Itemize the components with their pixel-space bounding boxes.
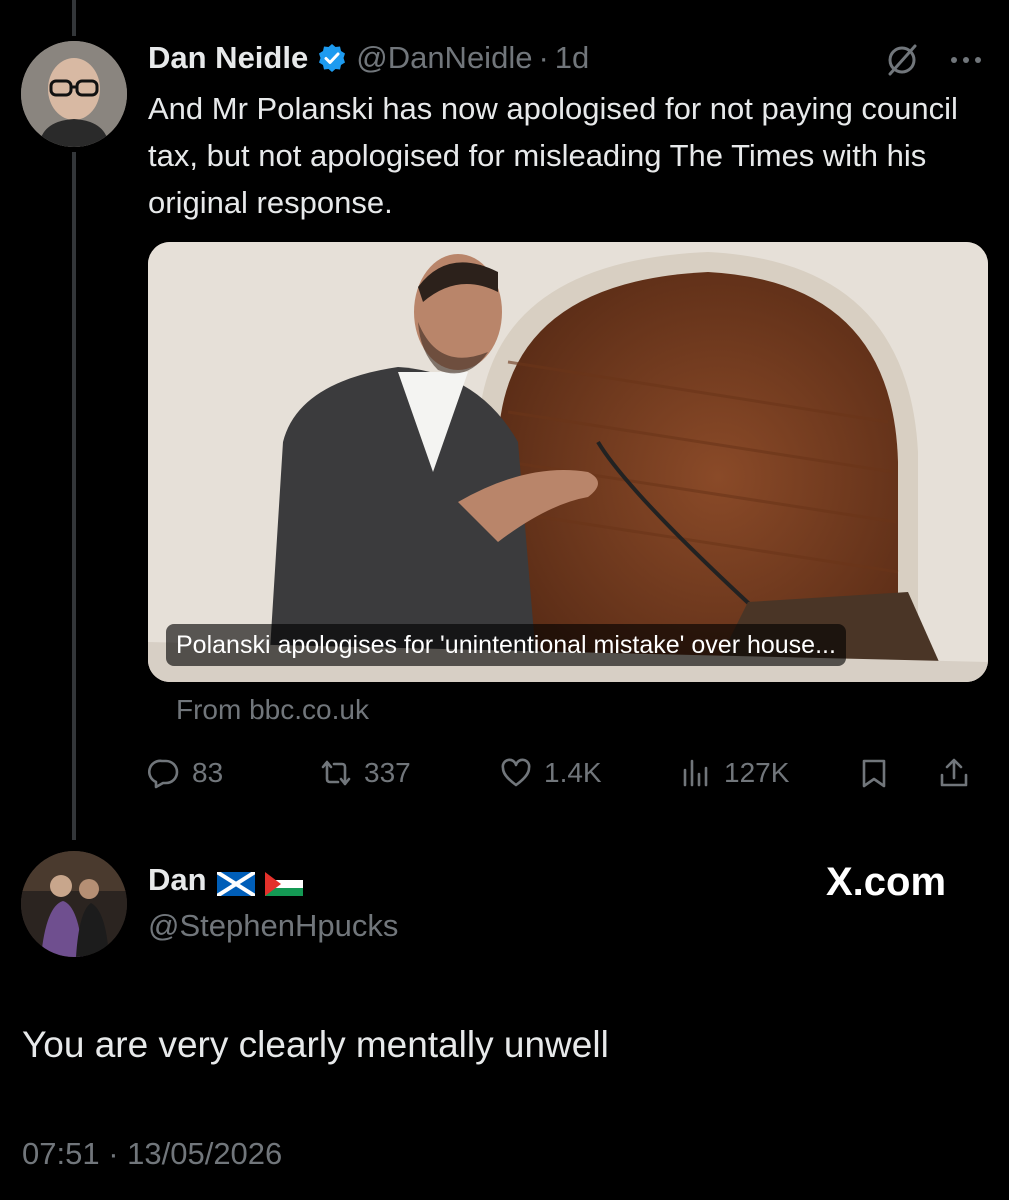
tweet-text: And Mr Polanski has now apologised for n… (148, 91, 958, 220)
share-icon (940, 758, 968, 787)
reply-text: You are very clearly mentally unwell (22, 1024, 609, 1065)
repost-count: 337 (364, 757, 411, 788)
reply-timestamp[interactable]: 07:51 · 13/05/2026 (22, 1136, 282, 1172)
article-photo (148, 242, 988, 682)
separator-dot: · (538, 40, 549, 75)
verified-badge-icon (316, 42, 348, 74)
like-button[interactable]: 1.4K (500, 750, 602, 796)
repost-button[interactable]: 337 (320, 750, 411, 796)
link-card[interactable]: Polanski apologises for 'unintentional m… (148, 242, 988, 682)
scotland-flag-icon (215, 868, 256, 898)
views-icon (683, 759, 708, 787)
reply-author-name[interactable]: Dan (148, 862, 207, 898)
reply-icon (148, 759, 179, 789)
author-handle[interactable]: @DanNeidle (356, 40, 532, 76)
views-button[interactable]: 127K (680, 750, 789, 796)
repost-icon (321, 760, 351, 786)
palestine-flag-icon (264, 868, 303, 896)
thread-line-top (72, 0, 76, 36)
card-caption[interactable]: Polanski apologises for 'unintentional m… (166, 624, 846, 666)
x-watermark: X.com (826, 860, 947, 904)
reply-author-avatar[interactable] (21, 851, 127, 957)
thread-line (72, 152, 76, 840)
bookmark-button[interactable] (858, 750, 902, 796)
reply-author-handle[interactable]: @StephenHpucks (148, 908, 398, 944)
tweet-time[interactable]: 1d (555, 40, 589, 76)
tweet-actions: 83 337 1.4K 127K (148, 750, 998, 796)
share-button[interactable] (938, 750, 982, 796)
reply-button[interactable]: 83 (148, 750, 223, 796)
author-name[interactable]: Dan Neidle (148, 40, 308, 76)
grok-icon[interactable] (884, 42, 920, 78)
card-source[interactable]: From bbc.co.uk (176, 694, 369, 726)
reply-count: 83 (192, 757, 224, 788)
like-count: 1.4K (544, 757, 602, 788)
more-icon[interactable] (944, 42, 988, 78)
reply-author-row: Dan (148, 862, 303, 898)
bookmark-icon (862, 759, 886, 788)
author-avatar[interactable] (21, 41, 127, 147)
original-tweet-header: Dan Neidle @DanNeidle · 1d (148, 38, 589, 78)
heart-icon (501, 758, 531, 787)
views-count: 127K (724, 757, 790, 788)
